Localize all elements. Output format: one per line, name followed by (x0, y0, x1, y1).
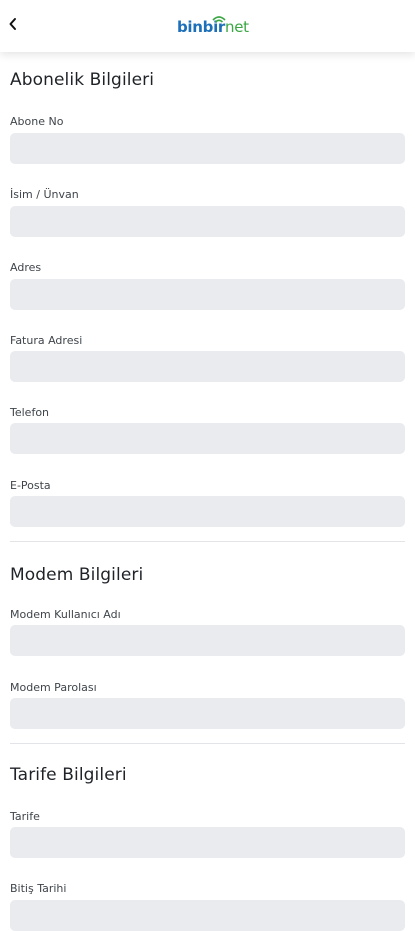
modem-parolasi-input[interactable] (10, 698, 405, 729)
label-modem-parolasi: Modem Parolası (10, 681, 97, 694)
back-button[interactable] (2, 11, 24, 37)
label-tarife: Tarife (10, 810, 40, 823)
label-eposta: E-Posta (10, 479, 51, 492)
modem-kullanici-adi-input[interactable] (10, 625, 405, 656)
section-title-modem: Modem Bilgileri (10, 565, 144, 585)
section-divider (10, 743, 405, 744)
binbirnet-logo: binbirnet (177, 12, 249, 36)
label-isim: İsim / Ünvan (10, 188, 79, 201)
chevron-left-icon (9, 18, 16, 30)
section-title-tarife: Tarife Bilgileri (10, 765, 127, 785)
wifi-icon (212, 16, 226, 23)
bitis-tarihi-input[interactable] (10, 900, 405, 931)
section-title-abonelik: Abonelik Bilgileri (10, 70, 155, 90)
fatura-adresi-input[interactable] (10, 351, 405, 382)
eposta-input[interactable] (10, 496, 405, 527)
app-header: binbirnet (0, 0, 415, 52)
isim-input[interactable] (10, 206, 405, 237)
label-abone-no: Abone No (10, 115, 64, 128)
label-bitis-tarihi: Bitiş Tarihi (10, 882, 67, 895)
abone-no-input[interactable] (10, 133, 405, 164)
section-divider (10, 541, 405, 542)
label-modem-kullanici-adi: Modem Kullanıcı Adı (10, 608, 121, 621)
adres-input[interactable] (10, 279, 405, 310)
label-adres: Adres (10, 261, 42, 274)
tarife-input[interactable] (10, 827, 405, 858)
telefon-input[interactable] (10, 423, 405, 454)
label-fatura-adresi: Fatura Adresi (10, 334, 83, 347)
logo-text-net: net (225, 18, 249, 36)
label-telefon: Telefon (10, 406, 50, 419)
